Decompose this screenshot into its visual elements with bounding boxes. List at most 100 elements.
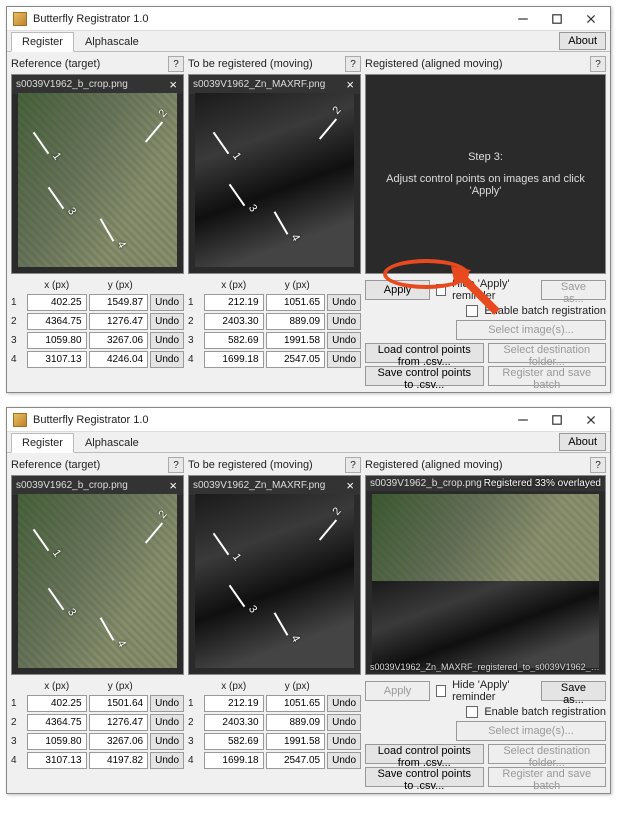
x-input[interactable] <box>27 733 87 750</box>
control-point[interactable] <box>48 187 65 209</box>
save-cp-button[interactable]: Save control points to .csv... <box>365 366 484 386</box>
help-reference-button[interactable]: ? <box>168 56 184 72</box>
x-input[interactable] <box>27 351 87 368</box>
tab-register[interactable]: Register <box>11 433 74 453</box>
y-input[interactable] <box>266 733 326 750</box>
registered-viewport[interactable]: s0039V1962_b_crop.png Registered 33% ove… <box>365 475 606 675</box>
undo-button[interactable]: Undo <box>327 351 361 368</box>
control-point[interactable] <box>274 612 289 636</box>
registered-image[interactable] <box>372 494 599 668</box>
about-button[interactable]: About <box>559 433 606 451</box>
help-moving-button[interactable]: ? <box>345 56 361 72</box>
x-input[interactable] <box>204 313 264 330</box>
y-input[interactable] <box>89 351 149 368</box>
control-point[interactable] <box>228 184 245 206</box>
x-input[interactable] <box>27 695 87 712</box>
undo-button[interactable]: Undo <box>327 695 361 712</box>
hide-reminder-checkbox[interactable] <box>436 284 446 296</box>
reference-viewport[interactable]: s0039V1962_b_crop.png × <box>11 74 184 274</box>
minimize-button[interactable] <box>506 9 540 29</box>
x-input[interactable] <box>27 294 87 311</box>
y-input[interactable] <box>89 733 149 750</box>
select-dest-button[interactable]: Select destination folder... <box>488 744 607 764</box>
y-input[interactable] <box>266 351 326 368</box>
y-input[interactable] <box>89 332 149 349</box>
x-input[interactable] <box>204 294 264 311</box>
y-input[interactable] <box>266 294 326 311</box>
enable-batch-checkbox[interactable] <box>466 706 478 718</box>
tab-alphascale[interactable]: Alphascale <box>74 433 150 452</box>
control-point[interactable] <box>319 519 337 540</box>
moving-viewport[interactable]: s0039V1962_Zn_MAXRF.png × <box>188 475 361 675</box>
select-images-button[interactable]: Select image(s)... <box>456 320 606 340</box>
maximize-button[interactable] <box>540 410 574 430</box>
control-point[interactable] <box>100 218 115 242</box>
x-input[interactable] <box>27 332 87 349</box>
save-as-button[interactable]: Save as... <box>541 280 606 300</box>
tab-alphascale[interactable]: Alphascale <box>74 32 150 51</box>
help-reference-button[interactable]: ? <box>168 457 184 473</box>
x-input[interactable] <box>27 313 87 330</box>
help-moving-button[interactable]: ? <box>345 457 361 473</box>
control-point[interactable] <box>228 585 245 607</box>
y-input[interactable] <box>89 313 149 330</box>
select-images-button[interactable]: Select image(s)... <box>456 721 606 741</box>
undo-button[interactable]: Undo <box>327 294 361 311</box>
load-cp-button[interactable]: Load control points from .csv... <box>365 343 484 363</box>
tab-register[interactable]: Register <box>11 32 74 52</box>
undo-button[interactable]: Undo <box>150 313 184 330</box>
control-point[interactable] <box>212 131 229 153</box>
x-input[interactable] <box>204 351 264 368</box>
moving-remove-button[interactable]: × <box>344 478 356 493</box>
moving-image[interactable] <box>195 93 354 267</box>
y-input[interactable] <box>89 695 149 712</box>
control-point[interactable] <box>32 131 49 153</box>
close-button[interactable] <box>574 410 608 430</box>
y-input[interactable] <box>266 313 326 330</box>
undo-button[interactable]: Undo <box>150 294 184 311</box>
y-input[interactable] <box>89 294 149 311</box>
undo-button[interactable]: Undo <box>327 332 361 349</box>
control-point[interactable] <box>145 523 163 544</box>
enable-batch-checkbox[interactable] <box>466 305 478 317</box>
apply-button[interactable]: Apply <box>365 280 430 300</box>
control-point[interactable] <box>32 529 49 551</box>
undo-button[interactable]: Undo <box>150 695 184 712</box>
save-cp-button[interactable]: Save control points to .csv... <box>365 767 484 787</box>
control-point[interactable] <box>48 588 65 610</box>
reference-remove-button[interactable]: × <box>167 478 179 493</box>
control-point[interactable] <box>274 211 289 235</box>
register-save-batch-button[interactable]: Register and save batch <box>488 767 607 787</box>
x-input[interactable] <box>27 714 87 731</box>
undo-button[interactable]: Undo <box>327 313 361 330</box>
y-input[interactable] <box>266 332 326 349</box>
x-input[interactable] <box>204 733 264 750</box>
control-point[interactable] <box>145 122 163 143</box>
y-input[interactable] <box>266 695 326 712</box>
hide-reminder-checkbox[interactable] <box>436 685 446 697</box>
undo-button[interactable]: Undo <box>150 733 184 750</box>
register-save-batch-button[interactable]: Register and save batch <box>488 366 607 386</box>
undo-button[interactable]: Undo <box>150 714 184 731</box>
moving-remove-button[interactable]: × <box>344 77 356 92</box>
maximize-button[interactable] <box>540 9 574 29</box>
y-input[interactable] <box>266 714 326 731</box>
x-input[interactable] <box>204 332 264 349</box>
x-input[interactable] <box>204 695 264 712</box>
about-button[interactable]: About <box>559 32 606 50</box>
help-registered-button[interactable]: ? <box>590 56 606 72</box>
reference-image[interactable] <box>18 494 177 668</box>
reference-remove-button[interactable]: × <box>167 77 179 92</box>
control-point[interactable] <box>100 617 115 641</box>
undo-button[interactable]: Undo <box>327 733 361 750</box>
control-point[interactable] <box>212 532 229 554</box>
minimize-button[interactable] <box>506 410 540 430</box>
apply-button[interactable]: Apply <box>365 681 430 701</box>
reference-viewport[interactable]: s0039V1962_b_crop.png × <box>11 475 184 675</box>
undo-button[interactable]: Undo <box>150 351 184 368</box>
moving-image[interactable] <box>195 494 354 668</box>
reference-image[interactable] <box>18 93 177 267</box>
control-point[interactable] <box>319 118 337 139</box>
select-dest-button[interactable]: Select destination folder... <box>488 343 607 363</box>
moving-viewport[interactable]: s0039V1962_Zn_MAXRF.png × <box>188 74 361 274</box>
